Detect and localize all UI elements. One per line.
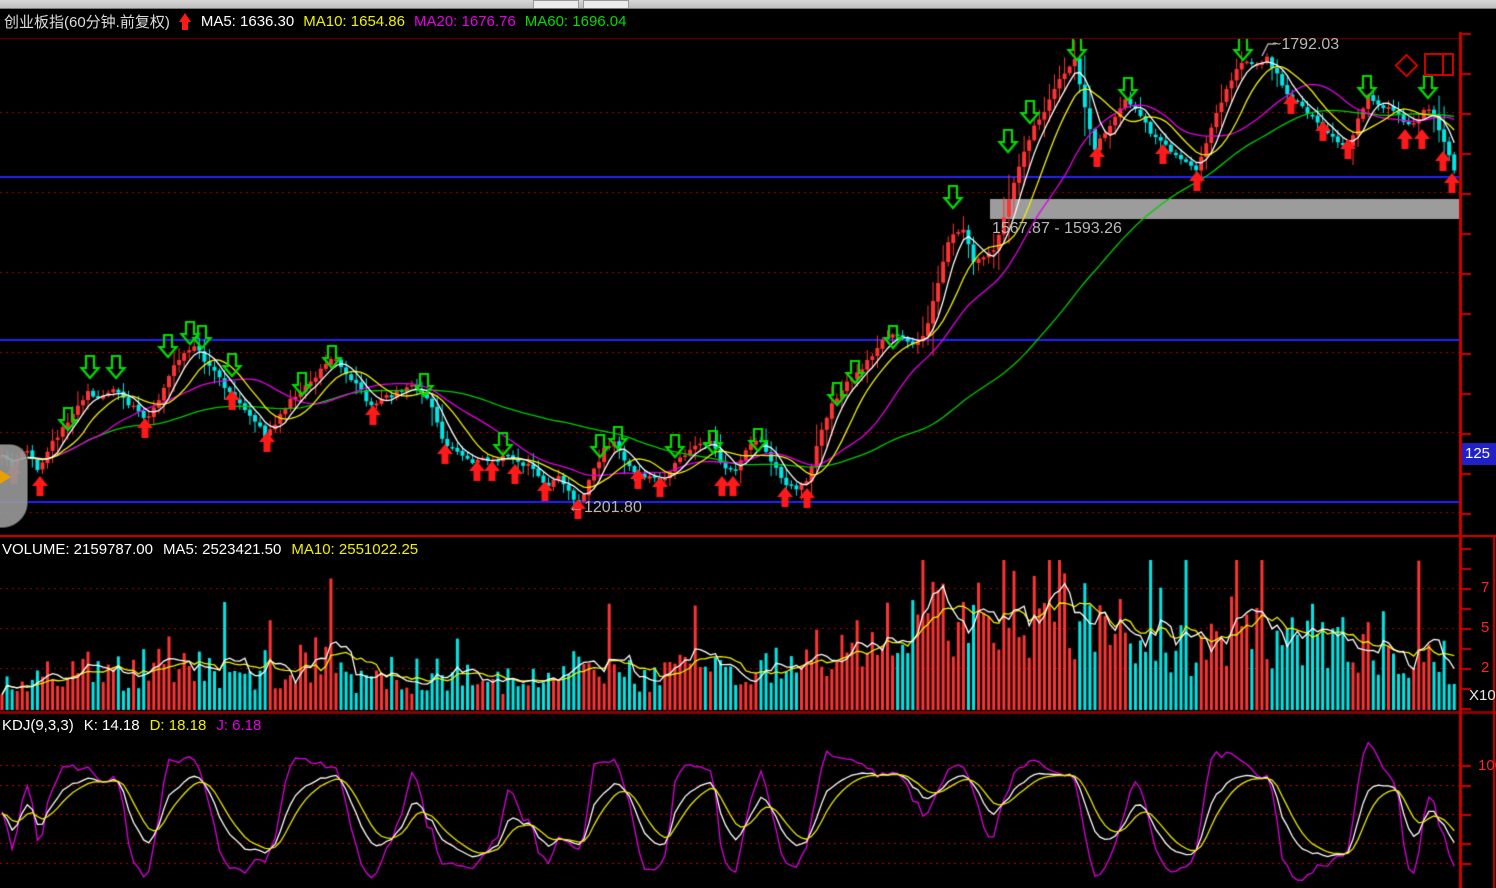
price-tag-label: 125 (1462, 443, 1496, 465)
kdj-label: KDJ(9,3,3) (2, 717, 74, 734)
volume-axis-label-5: 5 (1481, 619, 1489, 636)
volume-axis-label-2: 2 (1481, 659, 1489, 676)
tab-stub-1[interactable] (533, 0, 579, 8)
volume-axis-label-7: 7 (1481, 579, 1489, 596)
ma5-readout: MA5: 1636.30 (201, 13, 294, 30)
volume-ma10-readout: MA10: 2551022.25 (291, 541, 418, 558)
cursor-artifact (0, 444, 30, 526)
volume-pane-header: VOLUME: 2159787.00 MA5: 2523421.50 MA10:… (2, 541, 418, 558)
low-price-annotation: ←1201.80 (568, 499, 642, 517)
volume-unit-label: X10 (1469, 687, 1496, 704)
orange-arrow-icon (0, 470, 11, 484)
ma10-readout: MA10: 1654.86 (303, 13, 405, 30)
chart-window: 创业板指(60分钟.前复权) MA5: 1636.30 MA10: 1654.8… (0, 0, 1496, 888)
window-top-strip (0, 0, 1496, 9)
price-pane-header: 创业板指(60分钟.前复权) MA5: 1636.30 MA10: 1654.8… (4, 11, 627, 32)
kdj-axis-label-100: 100 (1478, 757, 1496, 774)
kdj-j-readout: J: 6.18 (216, 717, 261, 734)
ma20-readout: MA20: 1676.76 (414, 13, 516, 30)
ma60-readout: MA60: 1696.04 (525, 13, 627, 30)
up-arrow-icon (179, 13, 192, 30)
symbol-title: 创业板指(60分钟.前复权) (4, 11, 170, 32)
gap-range-annotation: 1567.87 - 1593.26 (992, 220, 1122, 238)
chart-canvas[interactable] (0, 0, 1496, 888)
volume-readout: VOLUME: 2159787.00 (2, 541, 153, 558)
kdj-k-readout: K: 14.18 (84, 717, 140, 734)
volume-ma5-readout: MA5: 2523421.50 (163, 541, 281, 558)
peak-price-annotation: ~1792.03 (1272, 36, 1339, 54)
kdj-d-readout: D: 18.18 (150, 717, 207, 734)
tab-stub-2[interactable] (583, 0, 629, 8)
kdj-pane-header: KDJ(9,3,3) K: 14.18 D: 18.18 J: 6.18 (2, 717, 261, 734)
split-window-icon[interactable] (1424, 53, 1454, 76)
